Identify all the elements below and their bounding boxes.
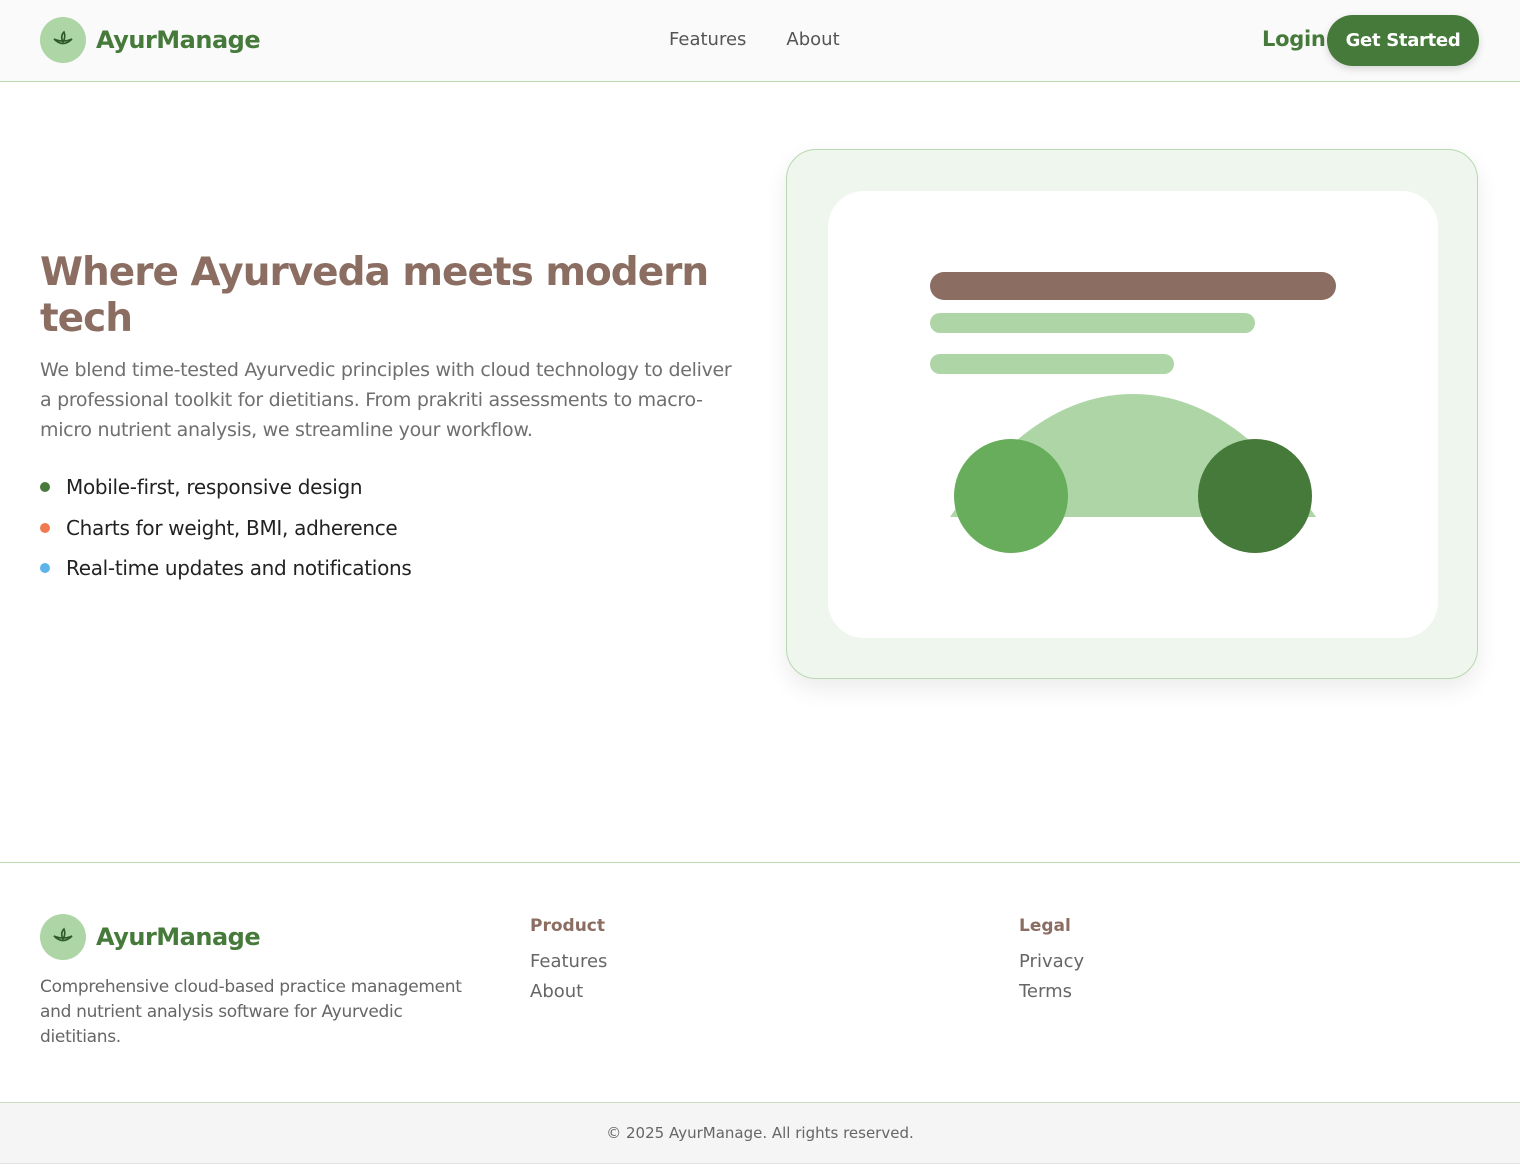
footer-brand[interactable]: AyurManage	[40, 914, 261, 960]
nav-features[interactable]: Features	[669, 29, 746, 50]
hero-illustration-card	[786, 149, 1478, 679]
feature-item: Real-time updates and notifications	[40, 548, 412, 589]
site-header: AyurManage Features About Login Get Star…	[0, 0, 1520, 82]
feature-item: Charts for weight, BMI, adherence	[40, 508, 412, 549]
footer-column-product: Product Features About	[530, 916, 607, 1007]
illustration-bar-secondary	[930, 313, 1255, 333]
copyright-text: © 2025 AyurManage. All rights reserved.	[606, 1124, 914, 1142]
feature-text: Charts for weight, BMI, adherence	[66, 515, 398, 540]
leaf-icon	[40, 17, 86, 63]
footer-description: Comprehensive cloud-based practice manag…	[40, 977, 462, 1047]
hero-description: We blend time-tested Ayurvedic principle…	[40, 359, 732, 441]
bullet-dot-icon	[40, 563, 50, 574]
main-nav: Features About	[669, 29, 840, 50]
login-link[interactable]: Login	[1262, 27, 1326, 51]
footer-brand-name: AyurManage	[96, 923, 261, 951]
feature-item: Mobile-first, responsive design	[40, 467, 412, 508]
brand-name: AyurManage	[96, 26, 261, 54]
footer-link-about[interactable]: About	[530, 977, 607, 1007]
footer-column-heading: Legal	[1019, 916, 1071, 936]
feature-list: Mobile-first, responsive design Charts f…	[40, 467, 412, 589]
copyright-bar: © 2025 AyurManage. All rights reserved.	[0, 1102, 1520, 1164]
nav-about[interactable]: About	[786, 29, 839, 50]
footer-link-terms[interactable]: Terms	[1019, 977, 1084, 1007]
illustration-bar-primary	[930, 272, 1336, 300]
bullet-dot-icon	[40, 522, 50, 533]
brand-logo[interactable]: AyurManage	[40, 17, 261, 63]
illustration-circle-right	[1198, 439, 1312, 553]
feature-text: Mobile-first, responsive design	[66, 475, 363, 500]
illustration-panel	[828, 191, 1438, 638]
footer-link-features[interactable]: Features	[530, 947, 607, 977]
bullet-dot-icon	[40, 482, 50, 493]
illustration-circle-left	[954, 439, 1068, 553]
footer-link-privacy[interactable]: Privacy	[1019, 947, 1084, 977]
dashboard-illustration	[930, 272, 1336, 553]
hero-title: Where Ayurveda meets modern tech	[40, 250, 709, 341]
feature-text: Real-time updates and notifications	[66, 556, 412, 581]
leaf-icon	[40, 914, 86, 960]
footer-column-heading: Product	[530, 916, 605, 936]
illustration-bar-tertiary	[930, 354, 1174, 374]
site-footer: AyurManage Comprehensive cloud-based pra…	[0, 862, 1520, 1102]
footer-column-legal: Legal Privacy Terms	[1019, 916, 1084, 1007]
get-started-button[interactable]: Get Started	[1327, 15, 1479, 66]
